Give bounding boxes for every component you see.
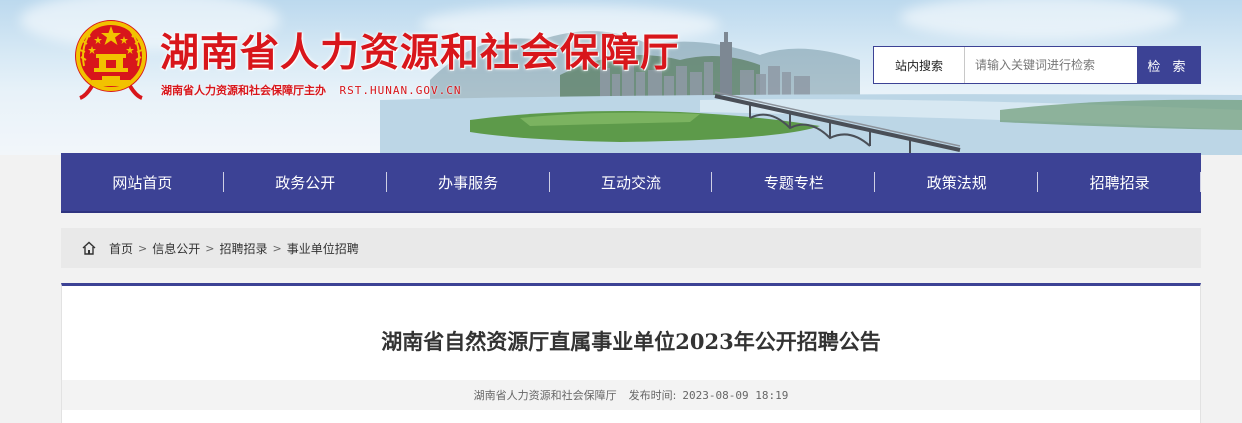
- search-scope-label: 站内搜索: [894, 58, 943, 73]
- site-search: 站内搜索 检 索: [873, 46, 1201, 84]
- breadcrumb-home[interactable]: 首页: [109, 240, 133, 257]
- publish-time-label: 发布时间:: [628, 389, 677, 402]
- search-input[interactable]: [965, 47, 1137, 83]
- search-button[interactable]: 检 索: [1137, 47, 1200, 83]
- breadcrumb-separator: >: [205, 241, 215, 255]
- article-source: 湖南省人力资源和社会保障厅: [473, 389, 617, 402]
- nav-item-gov-affairs[interactable]: 政务公开: [224, 152, 387, 212]
- breadcrumb-separator: >: [272, 241, 282, 255]
- breadcrumb-institution-recruitment[interactable]: 事业单位招聘: [287, 240, 359, 257]
- breadcrumb-separator: >: [138, 241, 148, 255]
- breadcrumb: 首页 > 信息公开 > 招聘招录 > 事业单位招聘: [61, 228, 1201, 268]
- breadcrumb-recruitment[interactable]: 招聘招录: [219, 240, 267, 257]
- article-title: 湖南省自然资源厅直属事业单位2023年公开招聘公告: [381, 329, 881, 354]
- breadcrumb-info-disclosure[interactable]: 信息公开: [152, 240, 200, 257]
- site-domain: RST.HUNAN.GOV.CN: [339, 84, 462, 97]
- nav-item-topics[interactable]: 专题专栏: [712, 152, 876, 212]
- home-icon[interactable]: [81, 240, 97, 256]
- sponsor-text: 湖南省人力资源和社会保障厅主办: [161, 84, 326, 97]
- nav-item-interaction[interactable]: 互动交流: [550, 152, 713, 212]
- nav-item-services[interactable]: 办事服务: [387, 152, 550, 212]
- site-title: 湖南省人力资源和社会保障厅: [160, 30, 681, 76]
- nav-item-home[interactable]: 网站首页: [61, 152, 224, 212]
- main-nav: 网站首页 政务公开 办事服务 互动交流 专题专栏 政策法规 招聘招录: [61, 153, 1201, 213]
- nav-item-policies[interactable]: 政策法规: [875, 152, 1039, 212]
- publish-time: 2023-08-09 18:19: [682, 388, 789, 402]
- national-emblem-icon: [75, 20, 147, 100]
- site-subtitle: 湖南省人力资源和社会保障厅主办 RST.HUNAN.GOV.CN: [161, 82, 461, 98]
- nav-item-recruitment[interactable]: 招聘招录: [1038, 152, 1201, 212]
- article-meta: 湖南省人力资源和社会保障厅 发布时间: 2023-08-09 18:19: [62, 380, 1200, 410]
- header-banner: 湖南省人力资源和社会保障厅 湖南省人力资源和社会保障厅主办 RST.HUNAN.…: [0, 0, 1242, 155]
- article-panel: 湖南省自然资源厅直属事业单位2023年公开招聘公告 湖南省人力资源和社会保障厅 …: [61, 283, 1201, 423]
- search-scope-select[interactable]: 站内搜索: [874, 47, 965, 83]
